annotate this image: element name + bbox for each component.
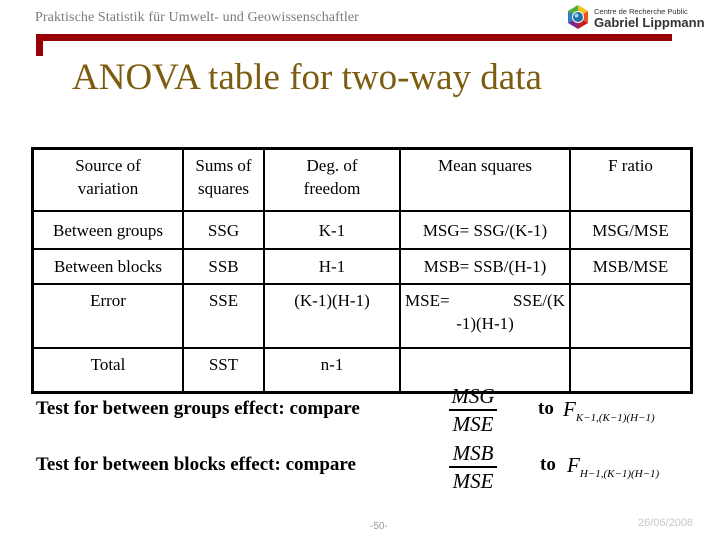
cell-ms: MSB= SSB/(H-1): [399, 248, 571, 285]
institution-logo: Centre de Recherche Public Gabriel Lippm…: [565, 4, 705, 32]
test-blocks-text: Test for between blocks effect: compare: [36, 454, 356, 475]
header-text: Mean squares: [438, 156, 532, 175]
cell-source: Error: [31, 283, 184, 349]
fraction-bar: [449, 466, 497, 468]
cell-ss: SSG: [182, 210, 265, 250]
fraction-bar: [449, 409, 497, 411]
cell-f: [569, 283, 693, 349]
cell-ss: SSB: [182, 248, 265, 285]
cell-source: Total: [31, 347, 184, 394]
to-label: to: [540, 454, 556, 475]
ms-error-line2: -1)(H-1): [456, 314, 514, 333]
fraction-denominator: MSE: [452, 411, 494, 436]
f-symbol: F: [567, 453, 580, 477]
hexagon-logo-icon: [568, 5, 588, 29]
f-subscript: K−1,(K−1)(H−1): [575, 412, 655, 424]
cell-ms: MSE= SSE/(K -1)(H-1): [399, 283, 571, 349]
header-text: Source of: [75, 156, 141, 175]
fraction-denominator: MSE: [452, 468, 494, 493]
header-text: squares: [198, 179, 249, 198]
test-groups-text: Test for between groups effect: compare: [36, 398, 360, 419]
header-source: Source of variation: [31, 147, 184, 212]
header-degrees-of-freedom: Deg. of freedom: [263, 147, 401, 212]
header-text: variation: [77, 179, 139, 198]
header-sums-of-squares: Sums of squares: [182, 147, 265, 212]
logo-name: Gabriel Lippmann: [594, 15, 705, 30]
cell-df: (K-1)(H-1): [263, 283, 401, 349]
fraction-msg-mse: MSG MSE: [448, 385, 498, 435]
course-title: Praktische Statistik für Umwelt- und Geo…: [35, 10, 359, 25]
cell-f: [569, 347, 693, 394]
f-distribution-blocks: FH−1,(K−1)(H−1): [567, 453, 660, 480]
table-row: Error SSE (K-1)(H-1) MSE= SSE/(K -1)(H-1…: [31, 283, 693, 349]
anova-table: Source of variation Sums of squares Deg.…: [31, 147, 693, 394]
header-text: freedom: [303, 179, 361, 198]
header-accent-bar-vertical: [36, 34, 43, 56]
header-mean-squares: Mean squares: [399, 147, 571, 212]
cell-df: H-1: [263, 248, 401, 285]
ms-error-label: MSE=: [405, 291, 450, 310]
cell-f: MSG/MSE: [569, 210, 693, 250]
f-subscript: H−1,(K−1)(H−1): [579, 468, 660, 480]
ms-error-line1: MSE= SSE/(K: [405, 289, 565, 312]
cell-ms: MSG= SSG/(K-1): [399, 210, 571, 250]
cell-df: n-1: [263, 347, 401, 394]
cell-ss: SSE: [182, 283, 265, 349]
table-row: Between blocks SSB H-1 MSB= SSB/(H-1) MS…: [31, 248, 693, 285]
fraction-numerator: MSG: [451, 384, 495, 408]
header-text: Deg. of: [306, 156, 358, 175]
ms-error-formula: SSE/(K: [513, 291, 565, 310]
table-header-row: Source of variation Sums of squares Deg.…: [31, 147, 693, 212]
slide-title: ANOVA table for two-way data: [72, 57, 542, 98]
header-text: Sums of: [195, 156, 252, 175]
cell-ss: SST: [182, 347, 265, 394]
cell-f: MSB/MSE: [569, 248, 693, 285]
header-accent-bar: [36, 34, 672, 41]
cell-source: Between blocks: [31, 248, 184, 285]
cell-source: Between groups: [31, 210, 184, 250]
f-symbol: F: [563, 397, 576, 421]
table-row: Total SST n-1: [31, 347, 693, 394]
f-distribution-groups: FK−1,(K−1)(H−1): [563, 397, 655, 424]
header-f-ratio: F ratio: [569, 147, 693, 212]
cell-df: K-1: [263, 210, 401, 250]
table-row: Between groups SSG K-1 MSG= SSG/(K-1) MS…: [31, 210, 693, 250]
fraction-numerator: MSB: [452, 441, 494, 465]
slide-date: 26/06/2008: [638, 517, 694, 529]
fraction-msb-mse: MSB MSE: [448, 442, 498, 492]
page-number: -50-: [370, 521, 388, 532]
to-label: to: [538, 398, 554, 419]
header-text: F ratio: [608, 156, 653, 175]
